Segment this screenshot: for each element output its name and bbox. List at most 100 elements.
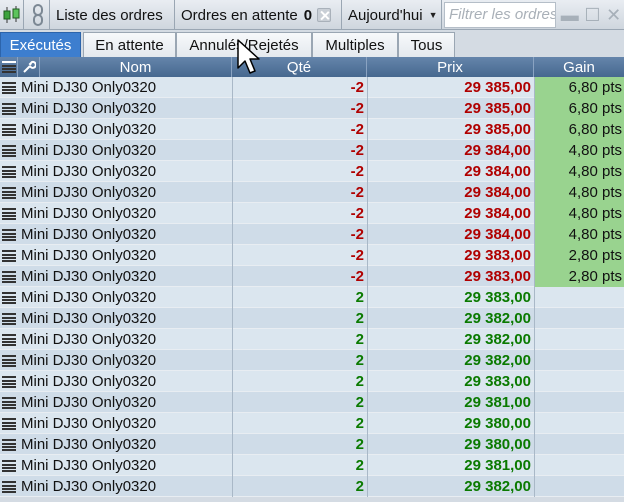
order-quantity: 2 [232,434,366,455]
tab-annules-rejetes[interactable]: Annulés/Rejetés [176,32,312,57]
order-doc-icon[interactable] [0,119,18,140]
order-doc-icon[interactable] [0,203,18,224]
order-doc-icon[interactable] [0,140,18,161]
table-row[interactable]: Mini DJ30 Only0320 2 29 383,00 [0,287,624,308]
table-row[interactable]: Mini DJ30 Only0320 2 29 382,00 [0,350,624,371]
maximize-icon[interactable]: ☐ [584,5,600,26]
table-row[interactable]: Mini DJ30 Only0320 -2 29 385,00 6,80 pts [0,119,624,140]
table-row[interactable]: Mini DJ30 Only0320 -2 29 385,00 6,80 pts [0,98,624,119]
pending-orders-button[interactable]: Ordres en attente 0 [175,0,342,30]
order-name: Mini DJ30 Only0320 [21,394,157,411]
order-gain: 6,80 pts [534,77,624,98]
order-doc-icon[interactable] [0,455,18,476]
table-row[interactable]: Mini DJ30 Only0320 -2 29 384,00 4,80 pts [0,224,624,245]
order-doc-icon[interactable] [0,392,18,413]
order-gain: 4,80 pts [534,224,624,245]
table-row[interactable]: Mini DJ30 Only0320 2 29 382,00 [0,329,624,350]
tab-multiples[interactable]: Multiples [312,32,398,57]
order-name: Mini DJ30 Only0320 [21,478,157,495]
order-gain: 4,80 pts [534,140,624,161]
order-quantity: -2 [232,98,366,119]
order-doc-icon[interactable] [0,434,18,455]
table-row[interactable]: Mini DJ30 Only0320 2 29 383,00 [0,371,624,392]
tab-bar: Exécutés En attente Annulés/Rejetés Mult… [0,30,624,57]
order-name: Mini DJ30 Only0320 [21,100,157,117]
order-price: 29 381,00 [367,392,533,413]
order-price: 29 382,00 [367,308,533,329]
orders-list-button[interactable]: Liste des ordres [50,0,175,30]
column-header-qte[interactable]: Qté [232,57,367,77]
order-doc-icon[interactable] [0,245,18,266]
order-gain [534,413,624,434]
filter-input[interactable]: Filtrer les ordres [444,2,556,28]
table-row[interactable]: Mini DJ30 Only0320 2 29 380,00 [0,434,624,455]
table-row[interactable]: Mini DJ30 Only0320 -2 29 384,00 4,80 pts [0,182,624,203]
order-doc-icon[interactable] [0,98,18,119]
order-gain [534,434,624,455]
order-gain: 6,80 pts [534,98,624,119]
table-row[interactable]: Mini DJ30 Only0320 2 29 382,00 [0,308,624,329]
table-row[interactable]: Mini DJ30 Only0320 2 29 382,00 [0,476,624,497]
window-controls: ▬ ☐ ✕ [558,0,624,30]
order-name: Mini DJ30 Only0320 [21,121,157,138]
order-gain [534,287,624,308]
tab-tous[interactable]: Tous [398,32,455,57]
column-menu-icon[interactable] [0,57,18,77]
order-gain [534,476,624,497]
column-header-prix[interactable]: Prix [367,57,534,77]
table-row[interactable]: Mini DJ30 Only0320 -2 29 385,00 6,80 pts [0,77,624,98]
clear-pending-icon[interactable] [317,8,332,22]
order-quantity: -2 [232,224,366,245]
order-doc-icon[interactable] [0,161,18,182]
order-doc-icon[interactable] [0,224,18,245]
order-doc-icon[interactable] [0,329,18,350]
order-name: Mini DJ30 Only0320 [21,310,157,327]
table-row[interactable]: Mini DJ30 Only0320 -2 29 383,00 2,80 pts [0,266,624,287]
period-dropdown[interactable]: Aujourd'hui ▼ [342,0,442,30]
order-doc-icon[interactable] [0,476,18,497]
order-doc-icon[interactable] [0,308,18,329]
order-price: 29 380,00 [367,413,533,434]
order-price: 29 381,00 [367,455,533,476]
table-row[interactable]: Mini DJ30 Only0320 -2 29 383,00 2,80 pts [0,245,624,266]
order-doc-icon[interactable] [0,371,18,392]
order-gain [534,350,624,371]
order-quantity: -2 [232,77,366,98]
order-doc-icon[interactable] [0,287,18,308]
order-price: 29 384,00 [367,161,533,182]
toolbar: Liste des ordres Ordres en attente 0 Auj… [0,0,624,30]
tab-en-attente[interactable]: En attente [83,32,176,57]
link-chain-icon[interactable] [26,0,50,30]
column-header-nom[interactable]: Nom [40,57,232,77]
order-name: Mini DJ30 Only0320 [21,247,157,264]
table-row[interactable]: Mini DJ30 Only0320 -2 29 384,00 4,80 pts [0,140,624,161]
orders-table-body: Mini DJ30 Only0320 -2 29 385,00 6,80 pts Min… [0,77,624,502]
order-quantity: 2 [232,392,366,413]
order-name: Mini DJ30 Only0320 [21,142,157,159]
order-price: 29 382,00 [367,350,533,371]
wrench-icon[interactable] [18,57,40,77]
close-icon[interactable]: ✕ [606,5,621,26]
order-quantity: -2 [232,266,366,287]
table-row[interactable]: Mini DJ30 Only0320 -2 29 384,00 4,80 pts [0,203,624,224]
order-name: Mini DJ30 Only0320 [21,373,157,390]
minimize-icon[interactable]: ▬ [561,5,579,26]
order-doc-icon[interactable] [0,413,18,434]
order-quantity: -2 [232,119,366,140]
table-row[interactable]: Mini DJ30 Only0320 2 29 380,00 [0,413,624,434]
table-row[interactable]: Mini DJ30 Only0320 2 29 381,00 [0,392,624,413]
table-row[interactable]: Mini DJ30 Only0320 -2 29 384,00 4,80 pts [0,161,624,182]
order-quantity: -2 [232,161,366,182]
order-doc-icon[interactable] [0,182,18,203]
order-doc-icon[interactable] [0,266,18,287]
table-row[interactable]: Mini DJ30 Only0320 2 29 381,00 [0,455,624,476]
grid-header: Nom Qté Prix Gain [0,57,624,77]
order-doc-icon[interactable] [0,350,18,371]
column-header-gain[interactable]: Gain [534,57,624,77]
order-name: Mini DJ30 Only0320 [21,79,157,96]
chart-candles-icon[interactable] [0,0,24,30]
order-quantity: 2 [232,455,366,476]
order-price: 29 380,00 [367,434,533,455]
tab-executes[interactable]: Exécutés [0,32,81,57]
order-doc-icon[interactable] [0,77,18,98]
